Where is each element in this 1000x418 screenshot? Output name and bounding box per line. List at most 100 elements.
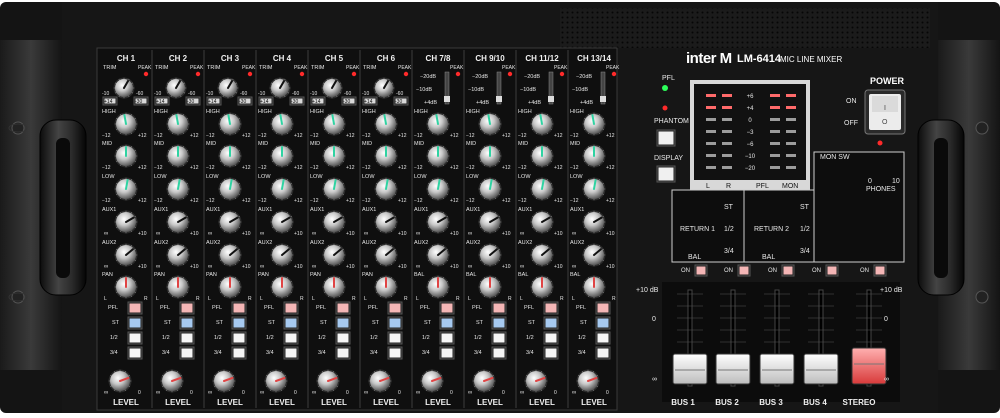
level-knob[interactable] [420,369,444,393]
aux1-knob[interactable] [322,210,346,234]
high-knob[interactable] [478,112,502,136]
bus34-button[interactable] [595,346,611,360]
pfl-button[interactable] [283,301,299,315]
level-knob[interactable] [264,369,288,393]
st-button[interactable] [491,316,507,330]
aux2-knob[interactable] [530,243,554,267]
mid-knob[interactable] [478,144,502,168]
bal-knob[interactable] [582,275,606,299]
bus34-button[interactable] [179,346,195,360]
bus-on-button[interactable] [694,264,708,277]
bus34-button[interactable] [439,346,455,360]
pfl-button[interactable] [335,301,351,315]
pan-knob[interactable] [166,275,190,299]
bus-on-button[interactable] [825,264,839,277]
aux2-knob[interactable] [374,243,398,267]
pfl-button[interactable] [127,301,143,315]
pan-knob[interactable] [218,275,242,299]
bus34-button[interactable] [387,346,403,360]
aux1-knob[interactable] [166,210,190,234]
trim-knob[interactable] [217,77,239,99]
level-knob[interactable] [160,369,184,393]
aux2-knob[interactable] [270,243,294,267]
high-knob[interactable] [374,112,398,136]
pfl-button[interactable] [387,301,403,315]
mid-knob[interactable] [322,144,346,168]
st-button[interactable] [127,316,143,330]
mid-knob[interactable] [530,144,554,168]
st-button[interactable] [595,316,611,330]
pan-knob[interactable] [322,275,346,299]
pfl-button[interactable] [595,301,611,315]
bus-fader[interactable] [715,353,751,385]
aux1-knob[interactable] [374,210,398,234]
trim-knob[interactable] [113,77,135,99]
bus-on-button[interactable] [737,264,751,277]
low-knob[interactable] [530,177,554,201]
level-knob[interactable] [368,369,392,393]
high-knob[interactable] [166,112,190,136]
aux2-knob[interactable] [582,243,606,267]
bus-fader[interactable] [759,353,795,385]
st-button[interactable] [179,316,195,330]
level-knob[interactable] [472,369,496,393]
aux1-knob[interactable] [114,210,138,234]
high-knob[interactable] [530,112,554,136]
bus-fader[interactable] [803,353,839,385]
pfl-button[interactable] [439,301,455,315]
pan-knob[interactable] [374,275,398,299]
bus12-button[interactable] [595,331,611,345]
pfl-button[interactable] [543,301,559,315]
trim-knob[interactable] [165,77,187,99]
mid-knob[interactable] [218,144,242,168]
bus34-button[interactable] [127,346,143,360]
high-knob[interactable] [582,112,606,136]
mid-knob[interactable] [114,144,138,168]
aux1-knob[interactable] [426,210,450,234]
aux1-knob[interactable] [270,210,294,234]
low-knob[interactable] [478,177,502,201]
bus34-button[interactable] [491,346,507,360]
display-button[interactable] [656,165,676,183]
mid-knob[interactable] [582,144,606,168]
bus34-button[interactable] [231,346,247,360]
bus12-button[interactable] [439,331,455,345]
level-knob[interactable] [108,369,132,393]
level-knob[interactable] [316,369,340,393]
trim-knob[interactable] [269,77,291,99]
aux2-knob[interactable] [114,243,138,267]
pfl-button[interactable] [179,301,195,315]
low-knob[interactable] [426,177,450,201]
st-button[interactable] [283,316,299,330]
bus12-button[interactable] [491,331,507,345]
pan-knob[interactable] [114,275,138,299]
aux2-knob[interactable] [426,243,450,267]
bus-on-button[interactable] [873,264,887,277]
low-knob[interactable] [166,177,190,201]
bus12-button[interactable] [543,331,559,345]
stereo-fader[interactable] [851,347,887,385]
st-button[interactable] [543,316,559,330]
bal-knob[interactable] [530,275,554,299]
aux1-knob[interactable] [218,210,242,234]
bus12-button[interactable] [179,331,195,345]
level-knob[interactable] [524,369,548,393]
pfl-button[interactable] [231,301,247,315]
bus34-button[interactable] [543,346,559,360]
bus12-button[interactable] [231,331,247,345]
bus34-button[interactable] [283,346,299,360]
high-knob[interactable] [426,112,450,136]
low-knob[interactable] [322,177,346,201]
aux1-knob[interactable] [478,210,502,234]
mid-knob[interactable] [270,144,294,168]
trim-knob[interactable] [321,77,343,99]
st-button[interactable] [335,316,351,330]
st-button[interactable] [231,316,247,330]
level-knob[interactable] [212,369,236,393]
bus12-button[interactable] [387,331,403,345]
low-knob[interactable] [374,177,398,201]
level-knob[interactable] [576,369,600,393]
high-knob[interactable] [270,112,294,136]
bal-knob[interactable] [478,275,502,299]
aux2-knob[interactable] [166,243,190,267]
